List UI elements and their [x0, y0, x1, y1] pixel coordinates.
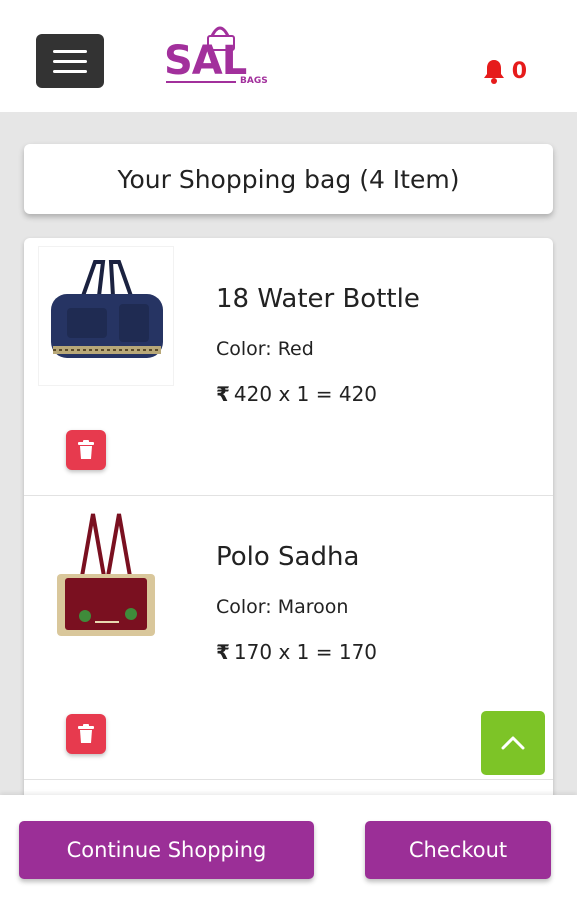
- chevron-up-icon: [501, 736, 525, 750]
- logo-underline: [166, 81, 236, 83]
- product-name[interactable]: Polo Sadha: [216, 542, 359, 572]
- cart-title: Your Shopping bag (4 Item): [117, 164, 460, 194]
- product-price: ₹170 x 1 = 170: [216, 640, 377, 664]
- trash-icon: [78, 724, 94, 743]
- cart-item: Polo Sadha Color: Maroon ₹170 x 1 = 170: [24, 496, 553, 780]
- bell-icon: [483, 60, 504, 84]
- trash-icon: [78, 440, 94, 459]
- cart-title-card: Your Shopping bag (4 Item): [24, 144, 553, 214]
- checkout-button[interactable]: Checkout: [365, 821, 551, 879]
- cart-item: 18 Water Bottle Color: Red ₹420 x 1 = 42…: [24, 238, 553, 496]
- product-color: Color: Red: [216, 338, 314, 360]
- price-calculation: 170 x 1 = 170: [233, 640, 378, 664]
- delete-item-button[interactable]: [66, 430, 106, 470]
- price-calculation: 420 x 1 = 420: [233, 382, 378, 406]
- logo-subtext: BAGS: [240, 76, 268, 86]
- product-image[interactable]: [38, 504, 174, 644]
- handbag-image: [57, 513, 155, 636]
- notification-area[interactable]: 0: [482, 58, 527, 84]
- brand-logo[interactable]: SAL BAGS: [160, 22, 280, 92]
- duffel-bag-image: [51, 260, 163, 358]
- menu-bar-icon: [53, 49, 87, 53]
- product-color: Color: Maroon: [216, 596, 349, 618]
- continue-shopping-button[interactable]: Continue Shopping: [19, 821, 314, 879]
- hamburger-menu-button[interactable]: [36, 34, 104, 88]
- top-header: SAL BAGS 0: [0, 0, 577, 112]
- scroll-to-top-button[interactable]: [481, 711, 545, 775]
- product-name[interactable]: 18 Water Bottle: [216, 284, 420, 314]
- cart-footer: Continue Shopping Checkout: [0, 795, 577, 900]
- delete-item-button[interactable]: [66, 714, 106, 754]
- product-price: ₹420 x 1 = 420: [216, 382, 377, 406]
- rupee-icon: ₹: [216, 640, 230, 664]
- menu-bar-icon: [53, 59, 87, 63]
- notification-count: 0: [511, 58, 527, 84]
- menu-bar-icon: [53, 69, 87, 73]
- rupee-icon: ₹: [216, 382, 230, 406]
- product-image[interactable]: [38, 246, 174, 386]
- cart-item-list: 18 Water Bottle Color: Red ₹420 x 1 = 42…: [24, 238, 553, 838]
- logo-text: SAL: [164, 38, 247, 84]
